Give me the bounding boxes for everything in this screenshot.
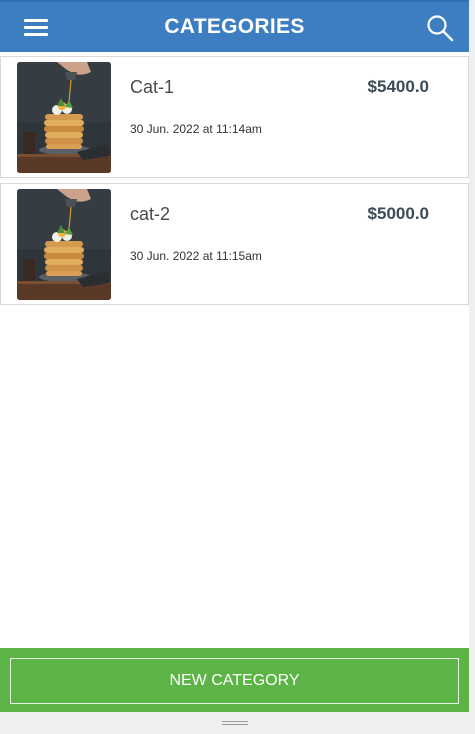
drag-handle-icon[interactable] [222, 720, 248, 726]
scrollbar-track[interactable] [469, 0, 475, 734]
category-list: Cat-1 $5400.0 30 Jun. 2022 at 11:14am ca… [0, 56, 469, 310]
category-card[interactable]: Cat-1 $5400.0 30 Jun. 2022 at 11:14am [0, 56, 469, 178]
category-price: $5400.0 [367, 77, 429, 96]
search-icon[interactable] [426, 14, 454, 42]
category-name: cat-2 [130, 204, 171, 224]
category-price: $5000.0 [367, 204, 429, 223]
resize-strip [0, 712, 475, 734]
footer-bar: NEW CATEGORY [0, 648, 469, 712]
new-category-button[interactable]: NEW CATEGORY [10, 658, 459, 704]
category-thumbnail [17, 62, 111, 173]
category-date: 30 Jun. 2022 at 11:15am [130, 249, 262, 263]
top-app-bar: CATEGORIES [0, 0, 469, 52]
category-thumbnail [17, 189, 111, 300]
category-date: 30 Jun. 2022 at 11:14am [130, 122, 262, 136]
category-card[interactable]: cat-2 $5000.0 30 Jun. 2022 at 11:15am [0, 183, 469, 305]
app-screen: CATEGORIES Cat-1 $5400.0 30 Jun. 2022 at… [0, 0, 469, 734]
category-name: Cat-1 [130, 77, 175, 97]
page-title: CATEGORIES [164, 15, 305, 38]
